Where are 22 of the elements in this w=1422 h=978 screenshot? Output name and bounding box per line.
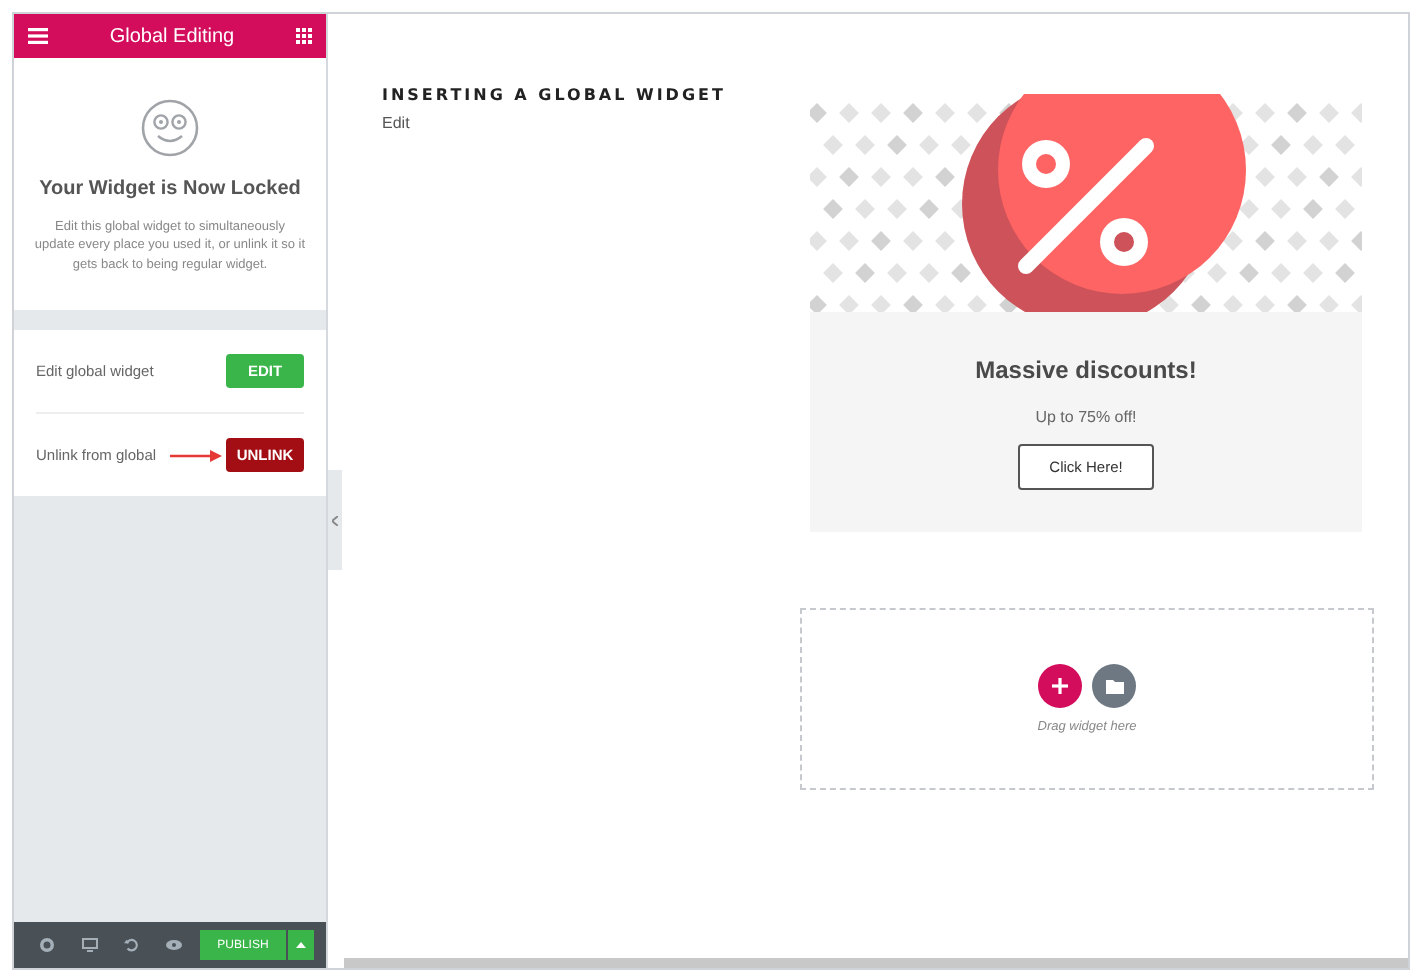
publish-options-button[interactable] [287,930,314,960]
smiley-icon [140,98,200,158]
promo-heading: Massive discounts! [975,356,1197,384]
caret-icon [295,942,306,948]
menu-icon[interactable] [28,28,48,44]
chevron-icon [332,515,338,525]
folder-icon [1105,679,1123,693]
eye-icon[interactable] [165,940,182,950]
history-icon[interactable] [124,938,139,952]
settings-icon[interactable] [40,938,55,952]
plus-icon [1052,678,1068,694]
monitor-icon[interactable] [81,938,98,952]
locked-heading: Your Widget is Now Locked [39,178,301,200]
edit-link[interactable]: Edit [382,114,410,132]
add-button[interactable] [1038,664,1082,708]
folder-button[interactable] [1092,664,1136,708]
promo-text: Up to 75% off! [1035,408,1137,426]
grid-icon[interactable] [295,28,312,44]
panel-title: Global Editing [109,25,235,47]
page-title: INSERTING A GLOBAL WIDGET [382,86,726,104]
arrow-icon [170,449,223,462]
collapse-handle[interactable] [328,470,342,570]
